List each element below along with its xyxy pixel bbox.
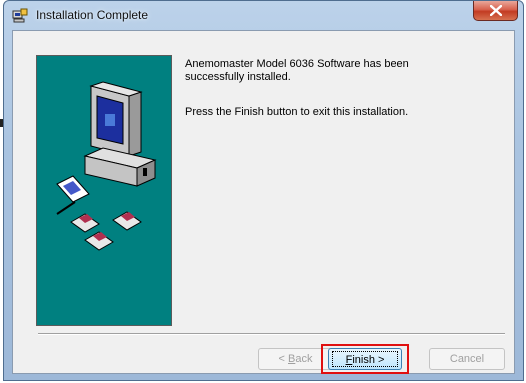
close-icon: [490, 5, 502, 16]
back-button-label: ack: [295, 353, 313, 365]
button-separator: [38, 333, 505, 335]
dialog-client-area: Anemomaster Model 6036 Software has been…: [12, 30, 515, 374]
title-bar[interactable]: Installation Complete: [4, 1, 523, 31]
window-title: Installation Complete: [36, 8, 149, 22]
finish-instruction: Press the Finish button to exit this ins…: [185, 106, 409, 118]
installer-icon: [12, 8, 28, 24]
cancel-button[interactable]: Cancel: [429, 348, 505, 370]
computer-illustration-icon: [56, 81, 157, 251]
success-message-line2: successfully installed.: [185, 71, 291, 83]
success-message-line1: Anemomaster Model 6036 Software has been: [185, 58, 409, 70]
success-message: Anemomaster Model 6036 Software has been…: [185, 58, 475, 84]
setup-banner: [36, 55, 172, 326]
close-button[interactable]: [473, 1, 518, 21]
installer-window: Installation Complete Anemomaster Model …: [3, 0, 524, 381]
finish-highlight-box: [321, 344, 409, 374]
back-button-prefix: <: [278, 353, 288, 365]
